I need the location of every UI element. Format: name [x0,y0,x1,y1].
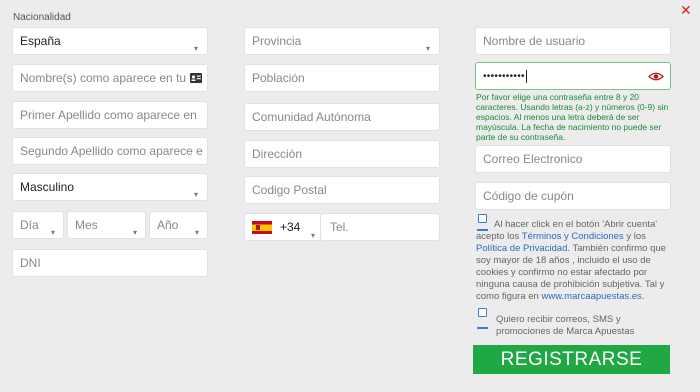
password-value: ••••••••••• [483,70,525,82]
site-link[interactable]: www.marcaapuestas.es [541,291,641,302]
dni-placeholder: DNI [20,256,41,270]
terms-text: Al hacer click en el botón 'Abrir cuenta… [476,219,666,303]
id-card-icon [190,73,202,83]
postal-code-placeholder: Codigo Postal [252,183,327,197]
chevron-down-icon: ▾ [310,231,315,240]
terms-text-2: y los [626,231,646,242]
month-select[interactable]: Mes ▾ [67,211,146,239]
nationality-label: Nacionalidad [13,12,71,23]
nationality-value: España [20,34,61,48]
postal-code-input[interactable]: Codigo Postal [244,176,440,204]
dial-code-value: +34 [280,220,301,234]
first-surname-input[interactable]: Primer Apellido como aparece en [12,101,208,129]
privacy-link[interactable]: Política de Privacidad [476,243,567,254]
chevron-down-icon: ▾ [50,228,55,237]
dni-input[interactable]: DNI [12,249,208,277]
chevron-down-icon: ▾ [193,190,198,199]
first-surname-placeholder: Primer Apellido como aparece en [20,108,197,122]
year-placeholder: Año [157,218,179,232]
nationality-select[interactable]: España ▾ [12,27,208,55]
register-button[interactable]: REGISTRARSE [473,345,670,374]
password-hint: Por favor elige una contraseña entre 8 y… [476,92,669,142]
spain-flag-icon [252,220,272,234]
password-input[interactable]: ••••••••••• [475,62,671,90]
gender-value: Masculino [20,180,75,194]
marketing-checkbox[interactable] [478,308,487,317]
marketing-text: Quiero recibir correos, SMS y promocione… [496,314,635,337]
year-select[interactable]: Año ▾ [149,211,208,239]
second-surname-placeholder: Segundo Apellido como aparece e [20,144,203,158]
close-icon[interactable]: ✕ [680,2,692,19]
username-placeholder: Nombre de usuario [483,34,586,48]
day-select[interactable]: Día ▾ [12,211,64,239]
email-placeholder: Correo Electronico [483,152,583,166]
month-placeholder: Mes [75,218,98,232]
address-input[interactable]: Dirección [244,140,440,168]
username-input[interactable]: Nombre de usuario [475,27,671,55]
community-select[interactable]: Comunidad Autónoma [244,103,440,131]
coupon-placeholder: Código de cupón [483,189,574,203]
chevron-down-icon: ▾ [194,228,199,237]
marketing-checkbox-mark [477,327,488,329]
text-cursor [525,69,527,83]
chevron-down-icon: ▾ [193,44,198,53]
day-placeholder: Día [20,218,39,232]
first-name-placeholder: Nombre(s) como aparece en tu D [20,71,199,85]
town-placeholder: Población [252,71,305,85]
phone-placeholder: Tel. [330,220,349,234]
chevron-down-icon: ▾ [425,44,430,53]
gender-select[interactable]: Masculino ▾ [12,173,208,201]
chevron-down-icon: ▾ [132,228,137,237]
address-placeholder: Dirección [252,147,303,161]
province-select[interactable]: Provincia ▾ [244,27,440,55]
phone-input[interactable]: Tel. [320,213,440,241]
terms-text-4: . [641,291,645,302]
eye-show-password-icon[interactable] [648,71,664,82]
coupon-input[interactable]: Código de cupón [475,182,671,210]
first-name-input[interactable]: Nombre(s) como aparece en tu D [12,64,208,92]
email-input[interactable]: Correo Electronico [475,145,671,173]
community-placeholder: Comunidad Autónoma [252,110,371,124]
town-select[interactable]: Población [244,64,440,92]
province-placeholder: Provincia [252,34,302,48]
dial-code-select[interactable]: +34 ▾ [244,213,322,241]
second-surname-input[interactable]: Segundo Apellido como aparece e [12,137,208,165]
terms-link[interactable]: Términos y Condiciones [522,231,624,242]
